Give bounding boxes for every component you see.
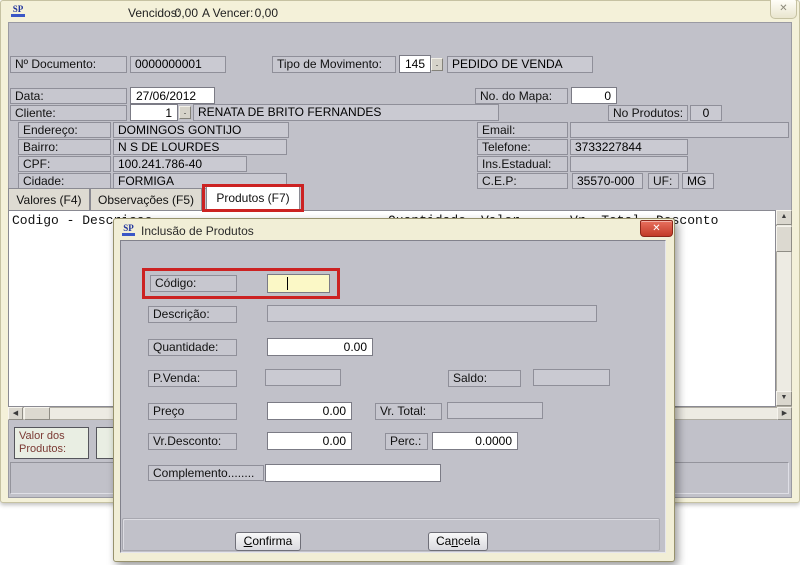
codigo-input[interactable] <box>267 274 330 293</box>
p-venda-label: P.Venda: <box>148 370 237 387</box>
vencidos-value: 0,00 <box>160 6 198 20</box>
complemento-label: Complemento........ <box>148 465 264 481</box>
window-close-button[interactable]: ✕ <box>770 0 797 19</box>
data-input[interactable] <box>130 87 215 104</box>
cpf-label: CPF: <box>18 156 111 172</box>
saldo-value <box>533 369 610 386</box>
cancela-label-post: cela <box>458 534 480 548</box>
preco-input[interactable] <box>267 402 352 420</box>
produtos-count-value: 0 <box>690 105 722 121</box>
tab-observacoes[interactable]: Observações (F5) <box>90 188 202 210</box>
lookup-icon: . <box>436 58 439 68</box>
mapa-label: No. do Mapa: <box>475 88 568 104</box>
email-label: Email: <box>477 122 568 138</box>
confirma-button[interactable]: Confirma <box>235 532 301 551</box>
cancela-label-pre: Ca <box>436 534 451 548</box>
text-caret <box>287 277 288 290</box>
cliente-code-input[interactable] <box>130 104 178 121</box>
uf-value: MG <box>682 173 714 189</box>
vertical-scroll-thumb[interactable] <box>776 226 792 252</box>
cidade-label: Cidade: <box>18 173 111 189</box>
dialog-logo-text: SP <box>121 223 136 233</box>
documento-label: Nº Documento: <box>10 56 127 73</box>
dialog-title: Inclusão de Produtos <box>141 224 254 238</box>
documento-value: 0000000001 <box>130 56 226 73</box>
dialog-button-panel <box>122 518 660 551</box>
cancela-button[interactable]: Cancela <box>428 532 488 551</box>
vr-total-value <box>447 402 543 419</box>
tab-produtos[interactable]: Produtos (F7) <box>206 186 300 211</box>
telefone-label: Telefone: <box>477 139 568 155</box>
complemento-input[interactable] <box>265 464 441 482</box>
descricao-value <box>267 305 597 322</box>
horizontal-scroll-thumb[interactable] <box>24 407 50 420</box>
cliente-lookup-button[interactable]: . <box>179 106 191 119</box>
vr-desconto-input[interactable] <box>267 432 352 450</box>
app-logo-bar <box>11 14 25 17</box>
screen: SP Vencidos: 0,00 A Vencer: 0,00 ✕ Nº Do… <box>0 0 800 565</box>
lookup-icon: . <box>184 106 187 116</box>
tab-valores[interactable]: Valores (F4) <box>8 188 90 210</box>
preco-label: Preço <box>148 403 237 420</box>
perc-label: Perc.: <box>385 433 428 450</box>
cpf-value: 100.241.786-40 <box>113 156 247 172</box>
app-logo-text: SP <box>10 4 26 14</box>
endereco-label: Endereço: <box>18 122 111 138</box>
ins-estadual-value <box>570 156 688 172</box>
vr-desconto-label: Vr.Desconto: <box>148 433 237 450</box>
cliente-nome: RENATA DE BRITO FERNANDES <box>193 104 499 121</box>
scroll-up-button[interactable]: ▲ <box>776 210 792 225</box>
scroll-left-icon: ◀ <box>13 410 18 417</box>
quantidade-label: Quantidade: <box>148 339 237 356</box>
saldo-label: Saldo: <box>448 370 521 387</box>
app-logo-icon: SP <box>10 4 26 19</box>
cancela-label-accel: n <box>451 534 458 548</box>
email-value <box>570 122 789 138</box>
scroll-right-button[interactable]: ▶ <box>777 407 792 420</box>
cep-value: 35570-000 <box>572 173 643 189</box>
bairro-label: Bairro: <box>18 139 111 155</box>
dialog-logo-icon: SP <box>121 223 136 237</box>
scroll-down-icon: ▼ <box>781 394 788 401</box>
valor-produtos-box: Valor dos Produtos: <box>14 427 89 459</box>
data-label: Data: <box>10 88 127 104</box>
telefone-value: 3733227844 <box>570 139 688 155</box>
scroll-left-button[interactable]: ◀ <box>8 407 23 420</box>
dialog-logo-bar <box>122 233 135 236</box>
produtos-count-label: No Produtos: <box>608 105 688 121</box>
tipo-movimento-code-input[interactable] <box>399 55 431 73</box>
p-venda-value <box>265 369 341 386</box>
tipo-movimento-lookup-button[interactable]: . <box>431 58 443 71</box>
uf-label: UF: <box>648 173 679 189</box>
tipo-movimento-label: Tipo de Movimento: <box>272 56 396 73</box>
codigo-label: Código: <box>150 275 237 292</box>
ins-estadual-label: Ins.Estadual: <box>477 156 568 172</box>
perc-input[interactable] <box>432 432 518 450</box>
cep-label: C.E.P: <box>477 173 568 189</box>
scroll-up-icon: ▲ <box>781 213 788 220</box>
scroll-right-icon: ▶ <box>782 410 787 417</box>
vr-total-label: Vr. Total: <box>375 403 442 420</box>
bairro-value: N S DE LOURDES <box>113 139 287 155</box>
quantidade-input[interactable] <box>267 338 373 356</box>
cliente-label: Cliente: <box>10 105 127 121</box>
tipo-movimento-desc: PEDIDO DE VENDA <box>447 56 593 73</box>
dialog-close-icon: ✕ <box>652 223 660 234</box>
dialog-close-button[interactable]: ✕ <box>640 220 673 237</box>
window-close-icon: ✕ <box>779 3 787 14</box>
mapa-input[interactable] <box>571 87 617 104</box>
a-vencer-value: 0,00 <box>240 6 278 20</box>
endereco-value: DOMINGOS GONTIJO <box>113 122 289 138</box>
confirma-label-post: onfirma <box>252 534 292 548</box>
descricao-label: Descrição: <box>148 306 237 323</box>
scroll-down-button[interactable]: ▼ <box>776 391 792 406</box>
